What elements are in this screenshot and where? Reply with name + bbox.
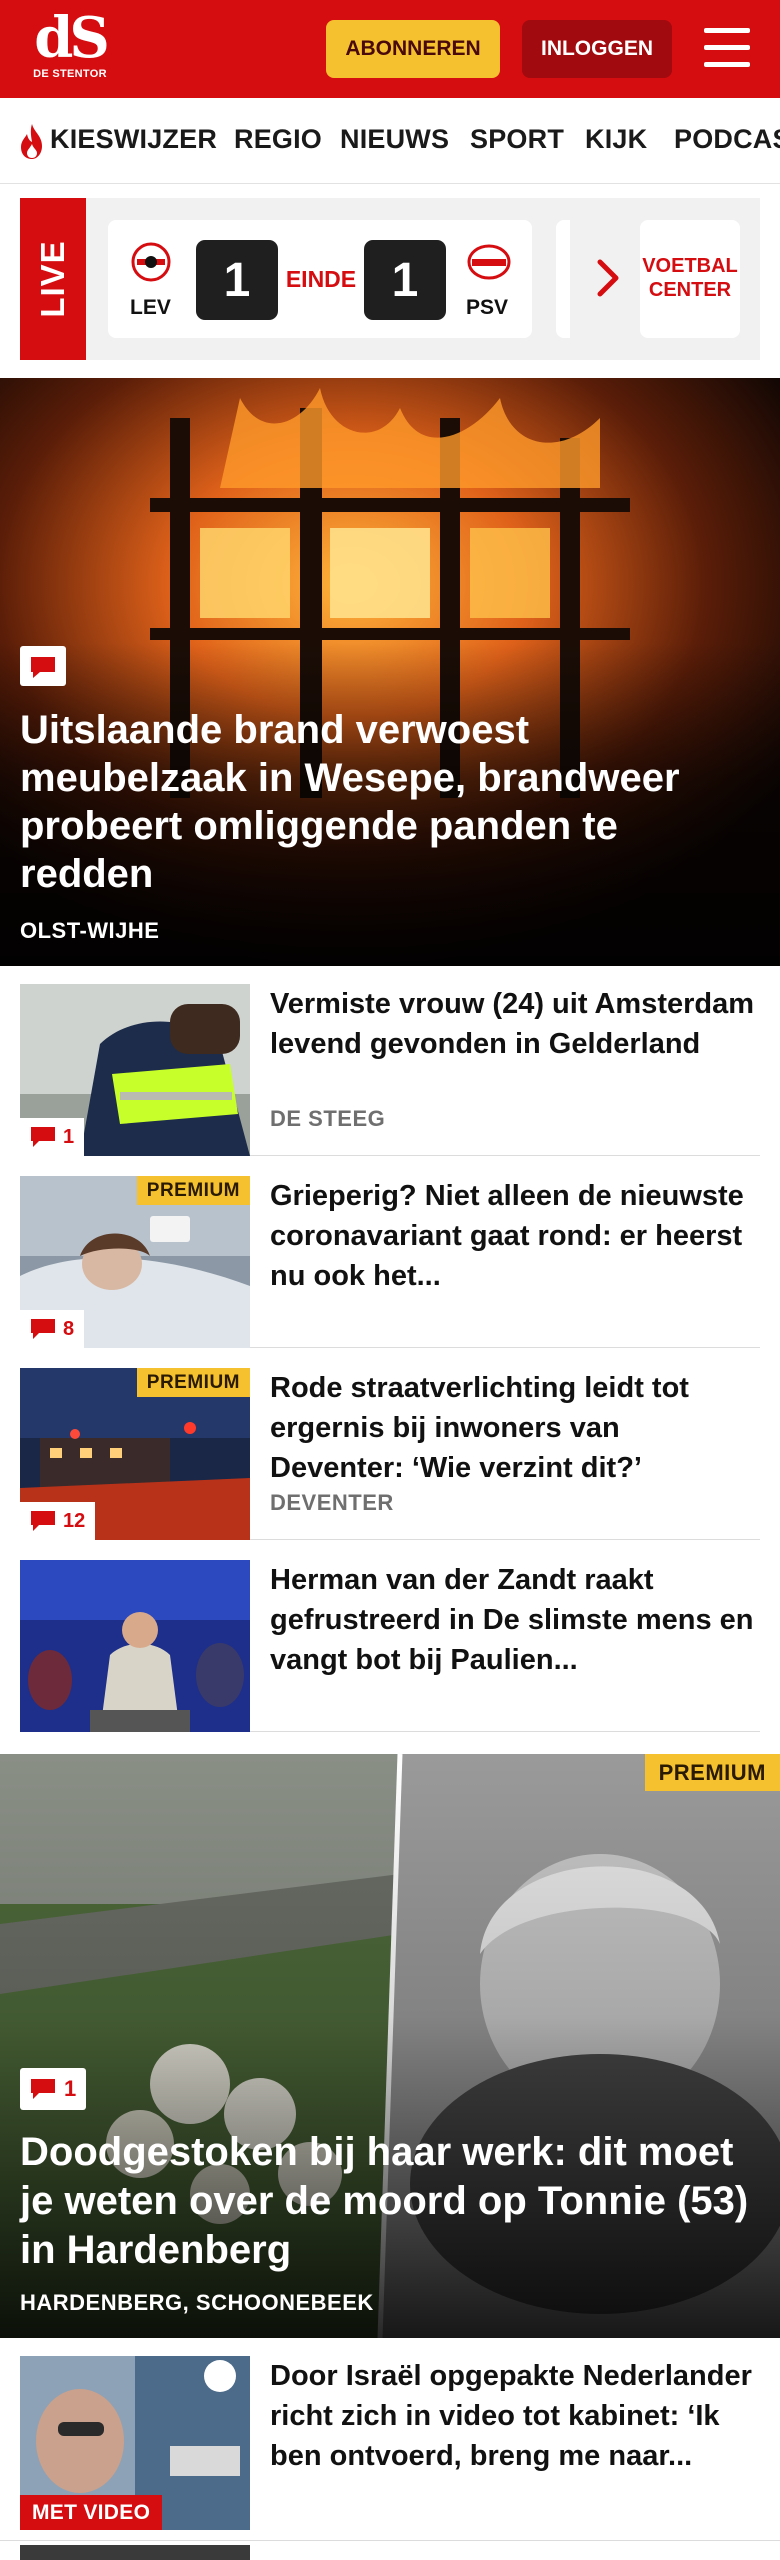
site-logo[interactable]: dS DE STENTOR	[28, 10, 112, 90]
article-location: DEVENTER	[270, 1490, 394, 1515]
premium-badge: PREMIUM	[644, 1754, 780, 1791]
voetbal-center-line2: CENTER	[648, 279, 732, 301]
list-item[interactable]: PREMIUM 12 Rode straatverlichting leidt …	[20, 1368, 760, 1540]
feature-article[interactable]: PREMIUM 1 Doodgestoken bij haar werk: di…	[0, 1754, 780, 2338]
red-streetlights-image: PREMIUM 12	[20, 1368, 250, 1540]
hamburger-menu-icon[interactable]	[700, 24, 754, 72]
premium-badge: PREMIUM	[136, 1176, 250, 1205]
login-button[interactable]: INLOGGEN	[522, 20, 672, 78]
match-card[interactable]: LEV 1 EINDE 1 PSV	[108, 220, 532, 338]
article-title[interactable]: Grieperig? Niet alleen de nieuwste coron…	[270, 1176, 760, 1296]
comment-count: 1	[63, 1125, 75, 1148]
article-title[interactable]: Herman van der Zandt raakt gefrustreerd …	[270, 1560, 760, 1680]
comment-count-badge: 1	[20, 1118, 85, 1156]
away-team-label: PSV	[466, 296, 509, 319]
feature-title[interactable]: Doodgestoken bij haar werk: dit moet je …	[20, 2128, 770, 2275]
subscribe-button[interactable]: ABONNEREN	[326, 20, 500, 78]
comment-count: 12	[63, 1509, 86, 1532]
next-item-peek	[0, 2540, 780, 2560]
comment-count: 8	[63, 1317, 75, 1340]
match-status: EINDE	[285, 266, 357, 292]
leverkusen-logo-icon	[131, 242, 171, 282]
comment-icon	[31, 2079, 55, 2099]
article-title[interactable]: Door Israël opgepakte Nederlander richt …	[270, 2356, 760, 2476]
article-location: DE STEEG	[270, 1106, 386, 1131]
logo-name: DE STENTOR	[33, 68, 107, 80]
article-title[interactable]: Rode straatverlichting leidt tot ergerni…	[270, 1368, 760, 1488]
video-badge: MET VIDEO	[20, 2495, 163, 2530]
home-score: 1	[196, 240, 278, 320]
nav-item-regio[interactable]: REGIO	[234, 124, 322, 155]
hero-location: OLST-WIJHE	[20, 918, 160, 943]
feature-location: HARDENBERG, SCHOONEBEEK	[20, 2290, 374, 2315]
comment-icon	[31, 1127, 55, 1147]
nav-item-podcast[interactable]: PODCAST	[674, 124, 780, 155]
sick-woman-image: PREMIUM 8	[20, 1176, 250, 1348]
list-item[interactable]: PREMIUM 8 Grieperig? Niet alleen de nieu…	[20, 1176, 760, 1348]
comment-count-badge: 12	[20, 1502, 96, 1540]
comment-icon	[20, 646, 66, 686]
voetbal-center-link[interactable]: VOETBAL CENTER	[640, 220, 740, 338]
tv-presenter-image	[20, 1560, 250, 1732]
comment-count-badge: 8	[20, 1310, 85, 1348]
flame-icon	[21, 124, 42, 159]
premium-badge: PREMIUM	[136, 1368, 250, 1397]
nav-item-kieswijzer[interactable]: KIESWIJZER	[50, 124, 217, 155]
voetbal-center-line1: VOETBAL	[642, 255, 738, 277]
article-title[interactable]: Vermiste vrouw (24) uit Amsterdam levend…	[270, 984, 760, 1064]
comment-count: 1	[64, 2076, 77, 2101]
away-score: 1	[364, 240, 446, 320]
police-officer-image: 1	[20, 984, 250, 1156]
nav-item-nieuws[interactable]: NIEUWS	[340, 124, 449, 155]
nav-item-kijk[interactable]: KIJK	[585, 124, 647, 155]
comment-count-badge: 1	[20, 2068, 87, 2110]
list-item[interactable]: MET VIDEO Door Israël opgepakte Nederlan…	[20, 2356, 760, 2536]
live-scores-strip: LIVE LEV 1 EINDE 1 PSV VOETBAL CENTER	[20, 198, 760, 360]
hero-article[interactable]: Uitslaande brand verwoest meubelzaak in …	[0, 378, 780, 966]
live-tag: LIVE	[20, 198, 86, 360]
list-item[interactable]: Herman van der Zandt raakt gefrustreerd …	[20, 1560, 760, 1732]
next-match-card[interactable]	[556, 220, 570, 338]
hero-title[interactable]: Uitslaande brand verwoest meubelzaak in …	[20, 706, 760, 898]
video-thumbnail-image: MET VIDEO	[20, 2356, 250, 2530]
top-bar: dS DE STENTOR ABONNEREN INLOGGEN	[0, 0, 780, 98]
main-nav: KIESWIJZER REGIO NIEUWS SPORT KIJK PODCA…	[0, 98, 780, 184]
list-item[interactable]: 1 Vermiste vrouw (24) uit Amsterdam leve…	[20, 984, 760, 1156]
live-label: LIVE	[34, 240, 71, 318]
psv-logo-icon	[467, 244, 511, 280]
logo-mark: dS	[34, 5, 110, 71]
nav-item-sport[interactable]: SPORT	[470, 124, 564, 155]
comment-icon	[31, 1319, 55, 1339]
comment-icon	[31, 1511, 55, 1531]
chevron-right-icon[interactable]	[594, 256, 624, 300]
home-team-label: LEV	[130, 296, 171, 319]
